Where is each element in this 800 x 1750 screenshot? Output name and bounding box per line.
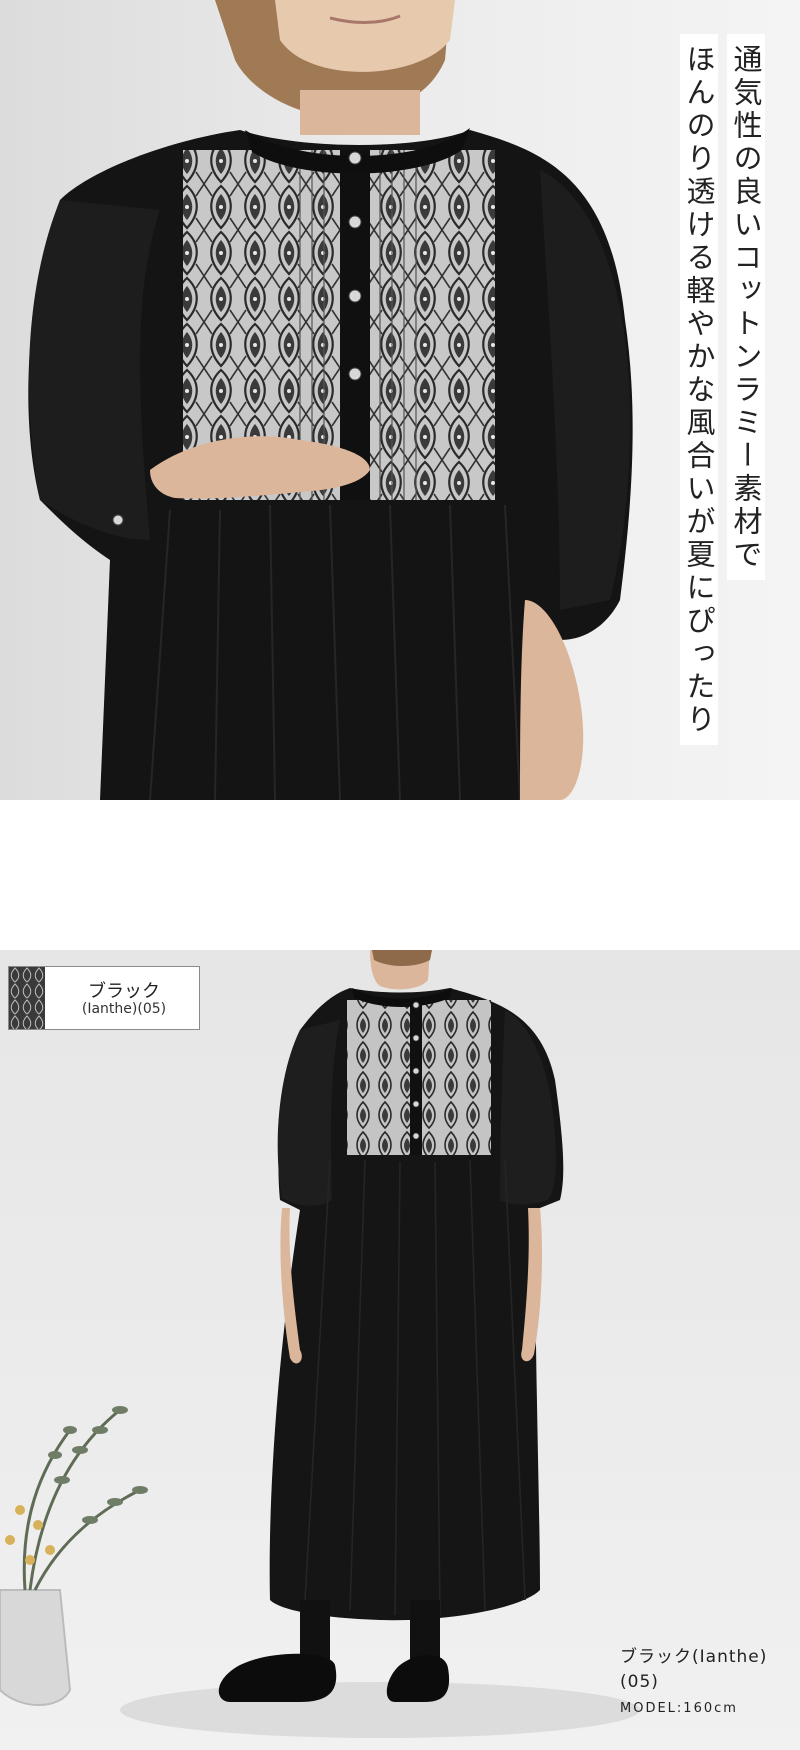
swatch-pattern-thumbnail — [9, 967, 45, 1029]
caption-model-height: MODEL:160cm — [620, 1701, 738, 1716]
caption-code-line: (05) — [620, 1672, 659, 1692]
color-swatch-label: ブラック (Ianthe)(05) — [8, 966, 200, 1030]
fullbody-illustration — [0, 950, 640, 1738]
caption-color-line: ブラック(Ianthe) — [620, 1647, 768, 1667]
headline-column-1: 通気性の良いコットンラミー素材で — [727, 34, 765, 580]
closeup-photo: 通気性の良いコットンラミー素材で ほんのり透ける軽やかな風合いが夏にぴったり — [0, 0, 800, 800]
model-caption: ブラック(Ianthe) (05) MODEL:160cm — [620, 1645, 767, 1716]
swatch-pattern-code: (Ianthe)(05) — [81, 1001, 167, 1017]
fullbody-photo — [0, 950, 800, 1750]
headline-column-2: ほんのり透ける軽やかな風合いが夏にぴったり — [680, 34, 718, 745]
swatch-color-name: ブラック — [88, 981, 160, 1002]
